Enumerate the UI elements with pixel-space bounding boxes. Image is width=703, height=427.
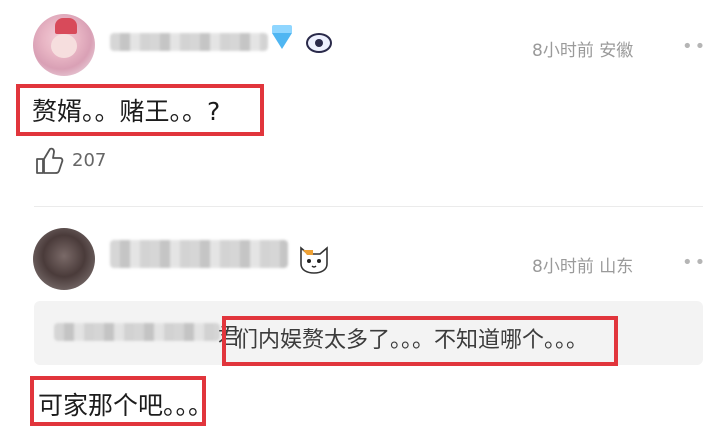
quoted-username-blurred	[54, 323, 220, 341]
diamond-badge-icon	[272, 25, 292, 49]
divider	[34, 206, 703, 207]
comment-text: 可家那个吧。。。	[38, 391, 214, 420]
username-blurred[interactable]	[110, 240, 288, 268]
avatar-face	[51, 34, 77, 58]
avatar[interactable]	[33, 228, 95, 290]
like-count: 207	[72, 150, 107, 171]
quoted-text: 们内娱赘太多了。。。不知道哪个。。。	[236, 328, 589, 353]
comment-text: 赘婿。。赌王。。?	[32, 97, 221, 126]
avatar[interactable]	[33, 14, 95, 76]
cat-emoji-icon	[300, 246, 328, 274]
comment-time-location: 8小时前 安徽	[532, 41, 634, 61]
comment-time-location: 8小时前 山东	[532, 257, 634, 277]
eye-badge-icon	[306, 33, 332, 53]
more-icon[interactable]: ••	[682, 252, 703, 273]
santa-hat-decoration	[55, 18, 77, 34]
more-icon[interactable]: ••	[682, 36, 703, 57]
like-icon[interactable]	[34, 146, 64, 176]
username-blurred[interactable]	[110, 33, 268, 51]
